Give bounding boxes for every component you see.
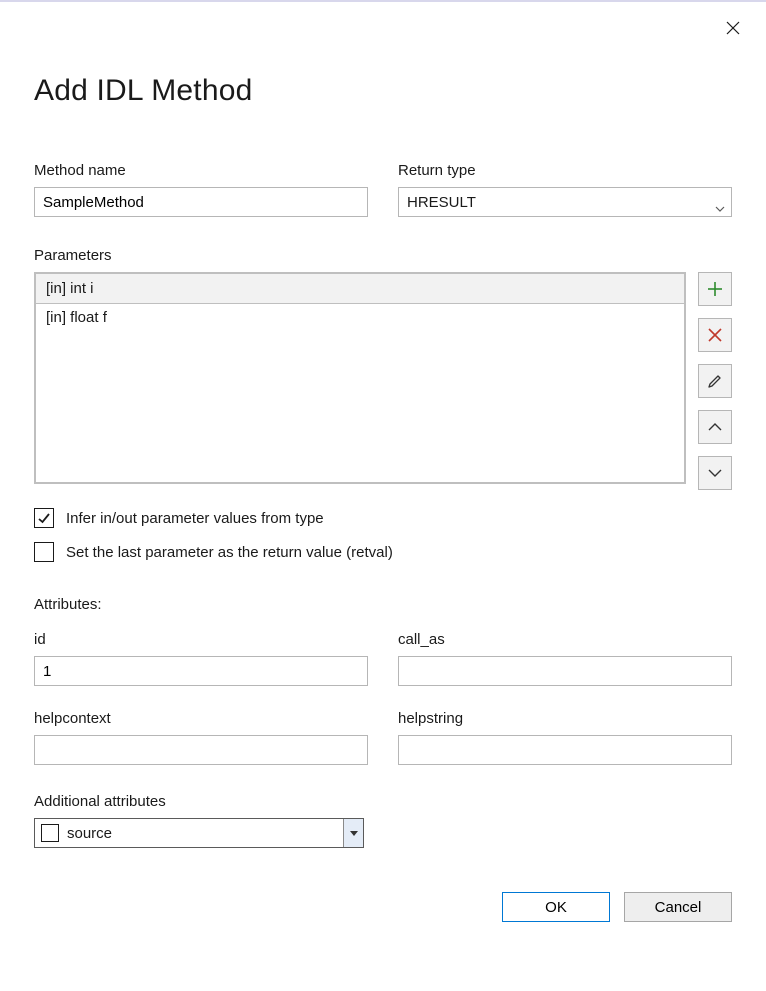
additional-attributes-label: Additional attributes xyxy=(34,793,166,810)
additional-attr-value: source xyxy=(67,819,343,847)
dialog-title: Add IDL Method xyxy=(34,74,732,108)
cancel-button[interactable]: Cancel xyxy=(624,892,732,922)
attr-helpstring-label: helpstring xyxy=(398,710,732,727)
add-parameter-button[interactable] xyxy=(698,272,732,306)
chevron-down-icon xyxy=(715,199,725,205)
additional-attr-dropdown-button[interactable] xyxy=(343,819,363,847)
move-down-button[interactable] xyxy=(698,456,732,490)
infer-checkbox-label: Infer in/out parameter values from type xyxy=(66,510,324,527)
chevron-up-icon xyxy=(707,422,723,432)
attr-id-input[interactable] xyxy=(34,656,368,686)
plus-icon xyxy=(706,280,724,298)
add-idl-method-dialog: Add IDL Method Method name Return type H… xyxy=(0,0,766,991)
remove-parameter-button[interactable] xyxy=(698,318,732,352)
parameter-item[interactable]: [in] float f xyxy=(36,303,684,333)
chevron-down-icon xyxy=(707,468,723,478)
check-icon xyxy=(37,511,51,525)
attr-helpcontext-label: helpcontext xyxy=(34,710,368,727)
attributes-heading: Attributes: xyxy=(34,596,732,613)
ok-button[interactable]: OK xyxy=(502,892,610,922)
attr-id-label: id xyxy=(34,631,368,648)
close-icon xyxy=(726,21,740,35)
parameters-label: Parameters xyxy=(34,247,112,264)
return-type-label: Return type xyxy=(398,162,732,179)
x-icon xyxy=(707,327,723,343)
method-name-label: Method name xyxy=(34,162,368,179)
move-up-button[interactable] xyxy=(698,410,732,444)
pencil-icon xyxy=(707,373,723,389)
attr-helpstring-input[interactable] xyxy=(398,735,732,765)
retval-checkbox[interactable] xyxy=(34,542,54,562)
infer-checkbox[interactable] xyxy=(34,508,54,528)
close-button[interactable] xyxy=(724,20,742,38)
additional-attr-checkbox[interactable] xyxy=(41,824,59,842)
parameter-item[interactable]: [in] int i xyxy=(35,273,685,304)
edit-parameter-button[interactable] xyxy=(698,364,732,398)
attr-helpcontext-input[interactable] xyxy=(34,735,368,765)
return-type-value: HRESULT xyxy=(407,194,476,211)
return-type-select[interactable]: HRESULT xyxy=(398,187,732,217)
parameters-list[interactable]: [in] int i [in] float f xyxy=(34,272,686,484)
method-name-input[interactable] xyxy=(34,187,368,217)
triangle-down-icon xyxy=(350,831,358,836)
retval-checkbox-label: Set the last parameter as the return val… xyxy=(66,544,393,561)
additional-attributes-combobox[interactable]: source xyxy=(34,818,364,848)
attr-callas-label: call_as xyxy=(398,631,732,648)
attr-callas-input[interactable] xyxy=(398,656,732,686)
